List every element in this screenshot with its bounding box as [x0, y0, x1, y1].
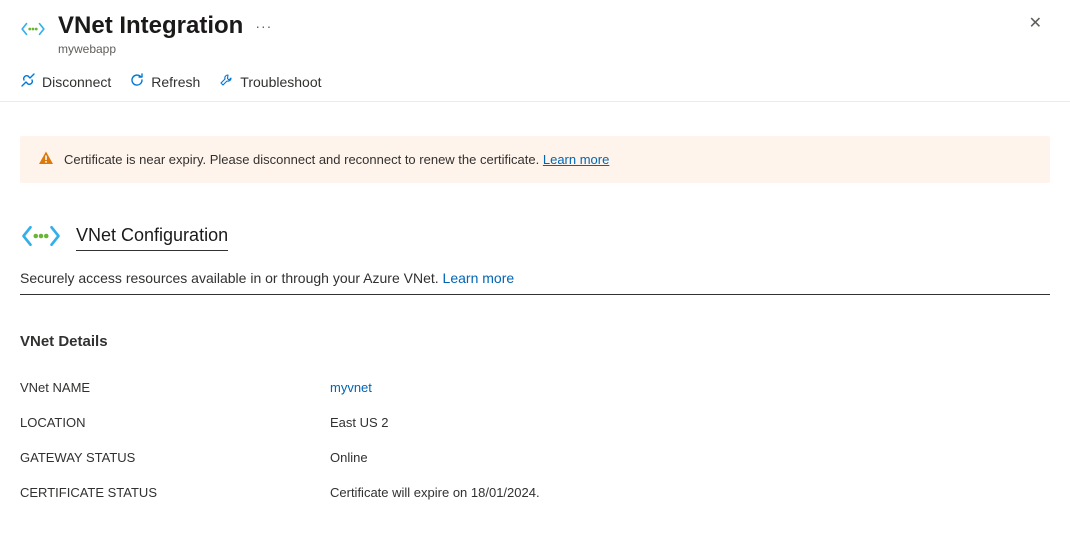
refresh-button[interactable]: Refresh — [129, 72, 200, 91]
blade-header: VNet Integration ··· mywebapp ✕ — [0, 0, 1070, 64]
warning-bar: Certificate is near expiry. Please disco… — [20, 136, 1050, 183]
blade-content: Certificate is near expiry. Please disco… — [0, 102, 1070, 530]
detail-value: Certificate will expire on 18/01/2024. — [330, 485, 540, 500]
detail-value: East US 2 — [330, 415, 389, 430]
title-row: VNet Integration ··· — [58, 12, 272, 40]
detail-row: LOCATIONEast US 2 — [20, 405, 1050, 440]
vnet-details-heading: VNet Details — [20, 333, 1050, 350]
warning-learn-more-link[interactable]: Learn more — [543, 152, 609, 167]
section-description-text: Securely access resources available in o… — [20, 270, 439, 286]
detail-label: GATEWAY STATUS — [20, 450, 330, 465]
section-description: Securely access resources available in o… — [20, 258, 1050, 295]
section-title: VNet Configuration — [76, 225, 228, 251]
warning-text: Certificate is near expiry. Please disco… — [64, 152, 609, 167]
detail-label: CERTIFICATE STATUS — [20, 485, 330, 500]
detail-value: Online — [330, 450, 368, 465]
disconnect-label: Disconnect — [42, 74, 111, 90]
refresh-label: Refresh — [151, 74, 200, 90]
detail-row: VNet NAMEmyvnet — [20, 370, 1050, 405]
disconnect-button[interactable]: Disconnect — [20, 72, 111, 91]
header-left: VNet Integration ··· mywebapp — [20, 12, 272, 56]
vnet-integration-blade: VNet Integration ··· mywebapp ✕ Disconne… — [0, 0, 1070, 530]
title-block: VNet Integration ··· mywebapp — [58, 12, 272, 56]
detail-row: GATEWAY STATUSOnline — [20, 440, 1050, 475]
detail-value-link[interactable]: myvnet — [330, 380, 372, 395]
disconnect-icon — [20, 72, 36, 91]
troubleshoot-button[interactable]: Troubleshoot — [218, 72, 321, 91]
more-menu-button[interactable]: ··· — [255, 18, 272, 34]
detail-row: CERTIFICATE STATUSCertificate will expir… — [20, 475, 1050, 510]
vnet-details-list: VNet NAMEmyvnetLOCATIONEast US 2GATEWAY … — [20, 370, 1050, 510]
warning-icon — [38, 150, 54, 169]
section-learn-more-link[interactable]: Learn more — [443, 270, 515, 286]
page-title: VNet Integration — [58, 12, 243, 40]
command-bar: Disconnect Refresh Troubleshoot — [0, 64, 1070, 102]
section-header: VNet Configuration — [20, 217, 1050, 252]
troubleshoot-label: Troubleshoot — [240, 74, 321, 90]
detail-label: LOCATION — [20, 415, 330, 430]
close-button[interactable]: ✕ — [1021, 12, 1050, 36]
vnet-config-icon — [20, 223, 62, 252]
resource-name: mywebapp — [58, 42, 272, 56]
vnet-icon — [20, 12, 46, 45]
detail-label: VNet NAME — [20, 380, 330, 395]
warning-message: Certificate is near expiry. Please disco… — [64, 152, 539, 167]
refresh-icon — [129, 72, 145, 91]
troubleshoot-icon — [218, 72, 234, 91]
